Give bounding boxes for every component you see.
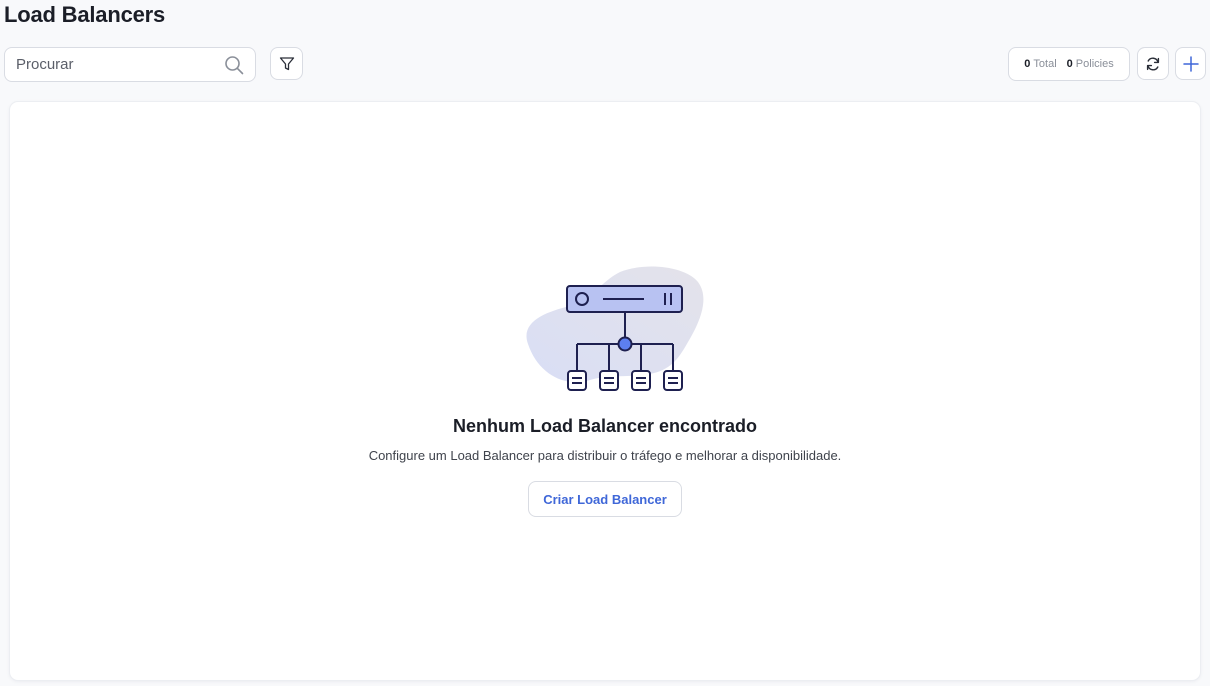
- create-load-balancer-button[interactable]: Criar Load Balancer: [528, 481, 682, 517]
- filter-icon: [279, 56, 294, 70]
- add-button[interactable]: [1175, 47, 1206, 80]
- search-box[interactable]: [4, 47, 256, 82]
- total-counter: 0 Total: [1024, 58, 1056, 70]
- search-icon[interactable]: [224, 55, 244, 75]
- plus-icon: [1182, 55, 1199, 72]
- page: Load Balancers 0Total 0Policies: [0, 0, 1210, 686]
- total-label: Total: [1033, 58, 1057, 70]
- filter-button[interactable]: [270, 47, 303, 80]
- load-balancer-illustration: [526, 266, 704, 391]
- page-title: Load Balancers: [4, 2, 166, 27]
- counters-badge: 0 Total 0 Policies: [1008, 47, 1130, 81]
- policies-count: 0: [1066, 58, 1073, 70]
- search-input[interactable]: [5, 56, 215, 73]
- refresh-icon: [1146, 57, 1160, 70]
- refresh-button[interactable]: [1137, 47, 1169, 80]
- total-count: 0: [1024, 58, 1031, 70]
- empty-state-title: Nenhum Load Balancer encontrado: [452, 416, 758, 436]
- policies-label: Policies: [1075, 58, 1114, 70]
- content-card: Nenhum Load Balancer encontrado Configur…: [10, 102, 1200, 680]
- empty-state-description: Configure um Load Balancer para distribu…: [368, 448, 842, 463]
- policies-counter: 0 Policies: [1067, 58, 1114, 70]
